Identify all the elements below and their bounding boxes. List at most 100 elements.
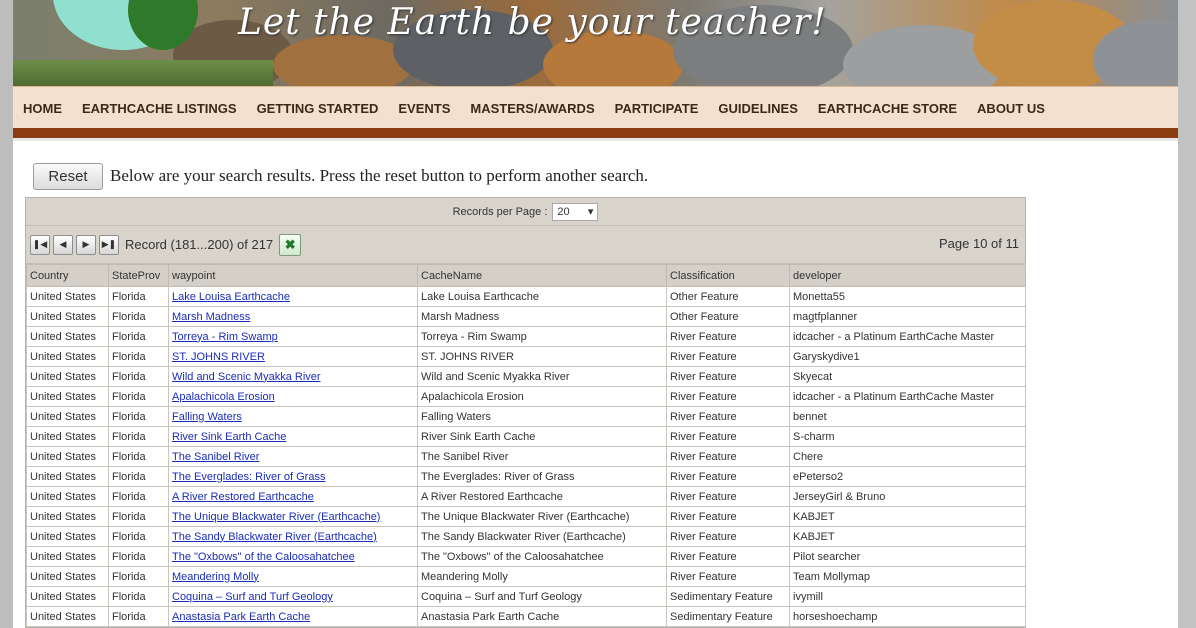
waypoint-link[interactable]: Apalachicola Erosion: [172, 391, 275, 403]
nav-item-events[interactable]: EVENTS: [398, 101, 450, 116]
cell-classification: River Feature: [666, 406, 790, 427]
grass-strip: [13, 60, 273, 86]
cell-waypoint: The Everglades: River of Grass: [168, 466, 418, 487]
waypoint-link[interactable]: Anastasia Park Earth Cache: [172, 611, 310, 623]
cell-classification: River Feature: [666, 446, 790, 467]
dropdown-arrow-icon: ▾: [587, 206, 594, 218]
waypoint-link[interactable]: The Unique Blackwater River (Earthcache): [172, 511, 380, 523]
cell-developer: ivymill: [789, 586, 1026, 607]
table-row: United States Florida ST. JOHNS RIVER ST. J…: [26, 346, 1026, 367]
nav-item-about-us[interactable]: ABOUT US: [977, 101, 1045, 116]
cell-stateprov: Florida: [108, 326, 169, 347]
cell-classification: River Feature: [666, 566, 790, 587]
table-row: United States Florida The Everglades: Rive…: [26, 466, 1026, 487]
records-per-page-select[interactable]: 20 ▾: [552, 202, 599, 221]
cell-classification: River Feature: [666, 326, 790, 347]
cell-country: United States: [26, 306, 109, 327]
excel-export-icon[interactable]: ✖: [279, 233, 302, 256]
column-header-waypoint[interactable]: waypoint: [168, 264, 418, 287]
cell-developer: Pilot searcher: [789, 546, 1026, 567]
waypoint-link[interactable]: Torreya - Rim Swamp: [172, 331, 278, 343]
cell-waypoint: Lake Louisa Earthcache: [168, 286, 418, 307]
cell-stateprov: Florida: [108, 486, 169, 507]
cell-classification: River Feature: [666, 526, 790, 547]
waypoint-link[interactable]: The Everglades: River of Grass: [172, 471, 325, 483]
page-scrollbar[interactable]: [1178, 0, 1196, 628]
waypoint-link[interactable]: ST. JOHNS RIVER: [172, 351, 265, 363]
page-count-text: Page 10 of 11: [939, 236, 1019, 251]
cell-cachename: Wild and Scenic Myakka River: [417, 366, 667, 387]
cell-developer: ePeterso2: [789, 466, 1026, 487]
cell-cachename: ST. JOHNS RIVER: [417, 346, 667, 367]
column-header-cachename[interactable]: CacheName: [417, 264, 667, 287]
column-header-stateprov[interactable]: StateProv: [108, 264, 169, 287]
pager-row: ❚◀ ◀ ▶ ▶❚ Record (181...200) of 217 ✖ Pa…: [26, 226, 1025, 264]
nav-item-getting-started[interactable]: GETTING STARTED: [257, 101, 379, 116]
nav-item-home[interactable]: HOME: [23, 101, 62, 116]
cell-country: United States: [26, 346, 109, 367]
last-page-icon[interactable]: ▶❚: [99, 234, 119, 255]
search-results-message: Below are your search results. Press the…: [110, 166, 649, 185]
waypoint-link[interactable]: River Sink Earth Cache: [172, 431, 286, 443]
cell-country: United States: [26, 406, 109, 427]
prev-page-icon[interactable]: ◀: [53, 234, 73, 255]
cell-stateprov: Florida: [108, 446, 169, 467]
cell-cachename: Torreya - Rim Swamp: [417, 326, 667, 347]
records-per-page-row: Records per Page : 20 ▾: [26, 198, 1025, 226]
cell-country: United States: [26, 466, 109, 487]
table-header-row: Country StateProv waypoint CacheName Cla…: [26, 264, 1026, 287]
cell-cachename: The Unique Blackwater River (Earthcache): [417, 506, 667, 527]
waypoint-link[interactable]: Coquina – Surf and Turf Geology: [172, 591, 333, 603]
waypoint-link[interactable]: Marsh Madness: [172, 311, 250, 323]
cell-stateprov: Florida: [108, 306, 169, 327]
cell-country: United States: [26, 446, 109, 467]
cell-developer: Garyskydive1: [789, 346, 1026, 367]
cell-stateprov: Florida: [108, 566, 169, 587]
nav-item-participate[interactable]: PARTICIPATE: [615, 101, 699, 116]
cell-waypoint: The Sanibel River: [168, 446, 418, 467]
waypoint-link[interactable]: The Sanibel River: [172, 451, 259, 463]
cell-classification: Other Feature: [666, 286, 790, 307]
cell-stateprov: Florida: [108, 526, 169, 547]
cell-cachename: The "Oxbows" of the Caloosahatchee: [417, 546, 667, 567]
cell-classification: Sedimentary Feature: [666, 606, 790, 627]
waypoint-link[interactable]: Falling Waters: [172, 411, 242, 423]
nav-item-guidelines[interactable]: GUIDELINES: [718, 101, 797, 116]
table-row: United States Florida Meandering Molly Mean…: [26, 566, 1026, 587]
nav-bottom-bar: [13, 128, 1178, 138]
next-page-icon[interactable]: ▶: [76, 234, 96, 255]
first-page-icon[interactable]: ❚◀: [30, 234, 50, 255]
cell-waypoint: River Sink Earth Cache: [168, 426, 418, 447]
table-row: United States Florida Apalachicola Erosion…: [26, 386, 1026, 407]
cell-developer: horseshoechamp: [789, 606, 1026, 627]
cell-developer: Team Mollymap: [789, 566, 1026, 587]
waypoint-link[interactable]: A River Restored Earthcache: [172, 491, 314, 503]
nav-item-earthcache-store[interactable]: EARTHCACHE STORE: [818, 101, 957, 116]
cell-developer: Chere: [789, 446, 1026, 467]
table-row: United States Florida A River Restored Ear…: [26, 486, 1026, 507]
column-header-developer[interactable]: developer: [789, 264, 1026, 287]
cell-cachename: The Sandy Blackwater River (Earthcache): [417, 526, 667, 547]
column-header-classification[interactable]: Classification: [666, 264, 790, 287]
results-table: Country StateProv waypoint CacheName Cla…: [26, 264, 1026, 627]
cell-country: United States: [26, 586, 109, 607]
cell-country: United States: [26, 326, 109, 347]
reset-button[interactable]: Reset: [33, 162, 103, 190]
cell-waypoint: A River Restored Earthcache: [168, 486, 418, 507]
cell-waypoint: Meandering Molly: [168, 566, 418, 587]
waypoint-link[interactable]: The Sandy Blackwater River (Earthcache): [172, 531, 377, 543]
waypoint-link[interactable]: Meandering Molly: [172, 571, 259, 583]
cell-stateprov: Florida: [108, 586, 169, 607]
column-header-country[interactable]: Country: [26, 264, 109, 287]
waypoint-link[interactable]: The "Oxbows" of the Caloosahatchee: [172, 551, 355, 563]
table-row: United States Florida The "Oxbows" of the …: [26, 546, 1026, 567]
nav-item-masters-awards[interactable]: MASTERS/AWARDS: [470, 101, 594, 116]
nav-item-earthcache-listings[interactable]: EARTHCACHE LISTINGS: [82, 101, 237, 116]
cell-country: United States: [26, 366, 109, 387]
cell-stateprov: Florida: [108, 466, 169, 487]
waypoint-link[interactable]: Wild and Scenic Myakka River: [172, 371, 321, 383]
cell-waypoint: Falling Waters: [168, 406, 418, 427]
waypoint-link[interactable]: Lake Louisa Earthcache: [172, 291, 290, 303]
table-row: United States Florida Wild and Scenic Myak…: [26, 366, 1026, 387]
nav-shadow: [13, 138, 1178, 141]
